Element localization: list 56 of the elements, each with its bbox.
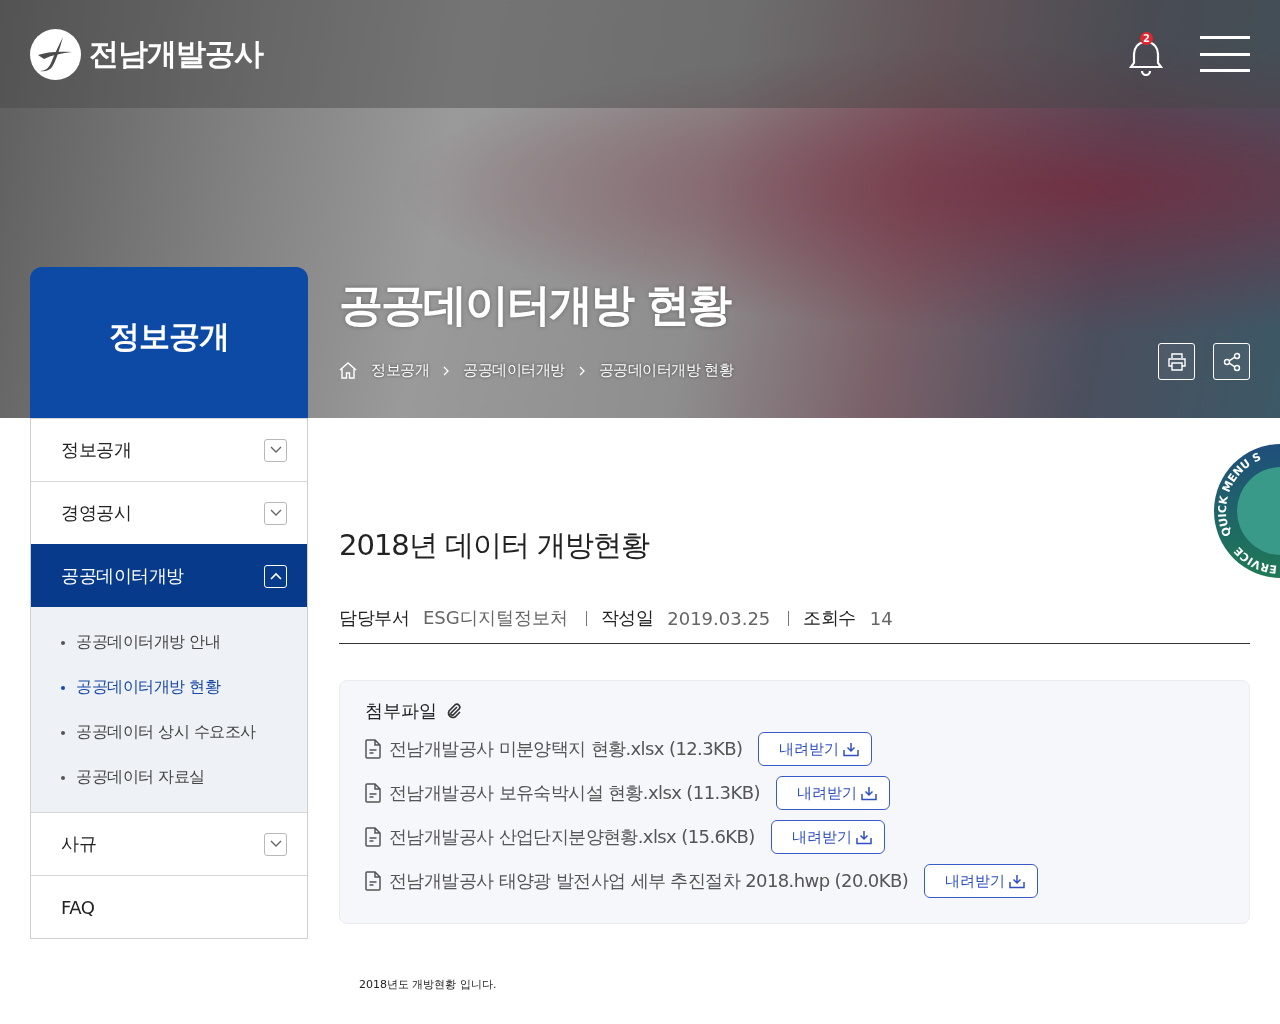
download-button[interactable]: 내려받기 [758,732,873,766]
share-icon [1221,351,1242,372]
document-icon [365,871,381,891]
download-icon [855,829,872,845]
chevron-icon [443,365,449,376]
collapse-icon [264,564,287,588]
download-button[interactable]: 내려받기 [770,820,885,854]
meta-value: ESG디지털정보처 [423,606,568,630]
submenu-item[interactable]: 공공데이터개방 안내 [61,620,307,665]
paperclip-icon [445,702,463,720]
sidebar-item[interactable]: 공공데이터개방 [31,544,307,607]
file-name[interactable]: 전남개발공사 태양광 발전사업 세부 추진절차 2018.hwp (20.0KB) [389,869,909,893]
sidebar-item[interactable]: 정보공개 [31,418,307,481]
file-name[interactable]: 전남개발공사 산업단지분양현황.xlsx (15.6KB) [389,825,755,849]
sidebar-item-label: 공공데이터개방 [61,564,184,588]
sidebar-item-label: 경영공시 [61,501,131,525]
page-title: 공공데이터개방 현황 [339,278,732,332]
logo-text[interactable]: 전남개발공사 [89,33,263,75]
sidebar-item-label: 정보공개 [61,438,131,462]
document-icon [365,739,381,759]
sidebar-item-label: 사규 [61,832,96,856]
sidebar-item-label: FAQ [61,896,95,918]
meta-label: 작성일 [600,606,654,630]
meta-label: 조회수 [803,606,856,630]
sidebar-item[interactable]: 사규 [31,812,307,875]
document-icon [365,827,381,847]
home-icon[interactable] [339,362,357,379]
expand-icon [264,832,287,856]
file-name[interactable]: 전남개발공사 미분양택지 현황.xlsx (12.3KB) [389,737,743,761]
expand-icon [264,501,287,525]
download-icon [843,741,860,757]
logo-icon [30,28,81,80]
file-name[interactable]: 전남개발공사 보유숙박시설 현황.xlsx (11.3KB) [389,781,760,805]
expand-icon [264,438,287,462]
meta-value: 14 [869,607,893,629]
print-button[interactable] [1158,343,1195,380]
download-button[interactable]: 내려받기 [775,776,890,810]
download-button[interactable]: 내려받기 [924,864,1039,898]
meta-value: 2019.03.25 [667,607,771,629]
menu-button[interactable] [1200,36,1250,72]
chevron-icon [578,365,585,376]
section-title: 정보공개 [109,316,229,356]
submenu-item[interactable]: 공공데이터 자료실 [61,755,307,800]
meta-label: 담당부서 [339,606,409,630]
download-icon [860,785,877,801]
sidebar-item[interactable]: FAQ [31,875,307,938]
submenu-item[interactable]: 공공데이터 상시 수요조사 [61,710,307,755]
attachments-label: 첨부파일 [365,699,437,723]
printer-icon [1166,352,1187,371]
share-button[interactable] [1213,343,1250,380]
document-icon [365,783,381,803]
download-icon [1009,873,1026,889]
post-body: 2018년도 개방현황 입니다. [359,977,498,992]
notification-button[interactable]: 2 [1128,32,1164,76]
breadcrumb-link[interactable]: 공공데이터개방 현황 [598,361,734,380]
submenu-item[interactable]: 공공데이터개방 현황 [61,665,307,710]
